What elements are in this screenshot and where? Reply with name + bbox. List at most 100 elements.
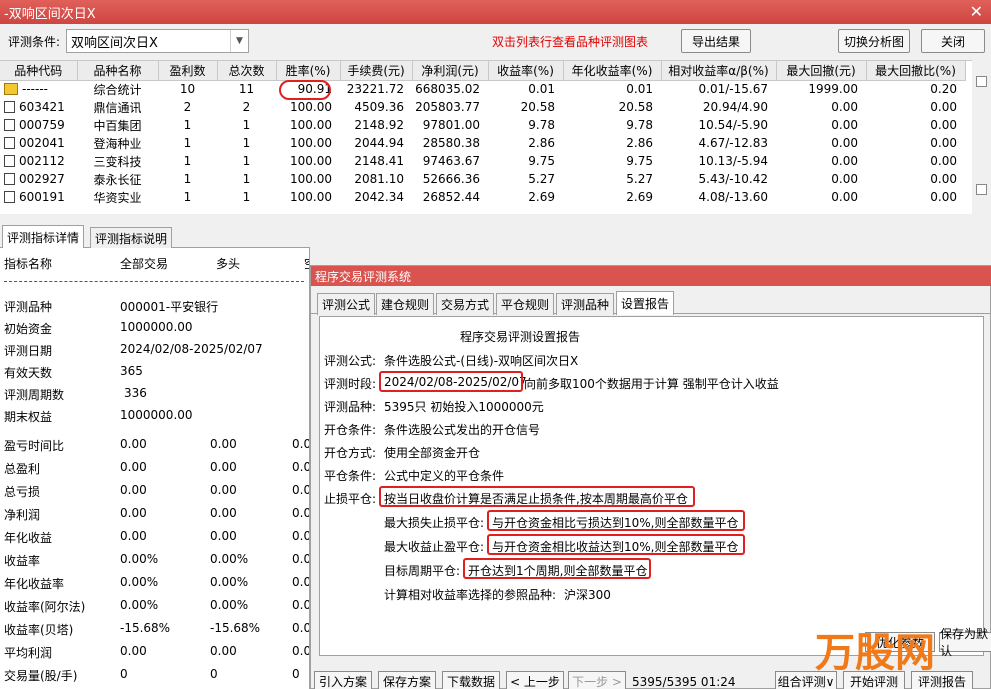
cell-value: 1999.00 xyxy=(808,82,858,97)
metric-long: 0.00 xyxy=(210,460,237,474)
metric-short: 0.00 xyxy=(292,437,309,451)
cell-value: 0.00 xyxy=(831,154,858,168)
window-titlebar: -双响区间次日X ✕ xyxy=(0,0,991,24)
metric-label: 总盈利 xyxy=(4,462,41,476)
close-button[interactable]: 关闭 xyxy=(921,29,985,53)
formula-value: 条件选股公式-(日线)-双响区间次日X xyxy=(384,354,579,368)
metric-label: 平均利润 xyxy=(4,646,53,660)
table-row[interactable]: 603421 鼎信通讯 2 2 100.00 4509.36 205803.77 20.58 2… xyxy=(0,98,965,116)
document-icon xyxy=(4,101,15,113)
save-default-button[interactable]: 保存为默认 xyxy=(939,627,991,658)
cell-value: 5.43/-10.42 xyxy=(698,172,768,186)
metric-long: -15.68% xyxy=(210,621,261,635)
metric-all: 0 xyxy=(120,667,128,681)
results-table[interactable]: 品种代码 品种名称 盈利数 总次数 胜率(%) 手续费(元) 净利润(元) 收益… xyxy=(0,60,972,214)
cell-value: 97463.67 xyxy=(422,154,480,168)
metric-all: 0.00 xyxy=(120,437,147,451)
table-row[interactable]: 000759 中百集团 1 1 100.00 2148.92 97801.00 9.78 9.7… xyxy=(0,116,965,134)
code-text: 000759 xyxy=(19,118,65,132)
cell-value: 5.27 xyxy=(626,172,653,186)
col-fee[interactable]: 手续费(元) xyxy=(340,61,413,81)
col-winrate[interactable]: 胜率(%) xyxy=(276,61,341,81)
tab-trade-mode[interactable]: 交易方式 xyxy=(436,293,495,315)
next-step-button[interactable]: 下一步 > xyxy=(568,671,626,689)
code-text: 002927 xyxy=(19,172,65,186)
import-plan-button[interactable]: 引入方案 xyxy=(314,671,372,689)
document-icon xyxy=(4,155,15,167)
col-total[interactable]: 总次数 xyxy=(217,61,277,81)
cell-value: 668035.02 xyxy=(415,82,480,97)
col-max-drawdown[interactable]: 最大回撤(元) xyxy=(776,61,867,81)
metric-label: 收益率(阿尔法) xyxy=(4,600,86,614)
info-label: 评测周期数 xyxy=(4,388,65,402)
cell-count: 1 xyxy=(242,154,251,168)
table-scrollbar[interactable] xyxy=(972,60,991,214)
tab-open-rules[interactable]: 建仓规则 xyxy=(376,293,435,315)
col-name[interactable]: 品种名称 xyxy=(77,61,159,81)
stop-highlight xyxy=(379,486,695,507)
cell-count: 1 xyxy=(242,190,251,204)
symbols-label: 评测品种: xyxy=(324,400,377,414)
col-code[interactable]: 品种代码 xyxy=(0,61,78,81)
table-row[interactable]: 002927 泰永长征 1 1 100.00 2081.10 52666.36 5.27 5.2… xyxy=(0,170,965,188)
cell-count: 1 xyxy=(242,136,251,150)
table-row[interactable]: 002112 三变科技 1 1 100.00 2148.41 97463.67 9.75 9.7… xyxy=(0,152,965,170)
cell-value: 0.00 xyxy=(930,136,957,150)
cell-count: 11 xyxy=(238,82,255,97)
col-return[interactable]: 收益率(%) xyxy=(488,61,564,81)
cell-value: 9.78 xyxy=(626,118,653,132)
table-row[interactable]: 600191 华资实业 1 1 100.00 2042.34 26852.44 2.69 2.6… xyxy=(0,188,965,206)
period-highlight xyxy=(379,371,523,392)
tab-settings-report[interactable]: 设置报告 xyxy=(616,291,675,315)
table-row[interactable]: 002041 登海种业 1 1 100.00 2044.94 28580.38 2.86 2.8… xyxy=(0,134,965,152)
cell-value: 26852.44 xyxy=(422,190,480,204)
save-plan-button[interactable]: 保存方案 xyxy=(378,671,436,689)
col-annual-return[interactable]: 年化收益率(%) xyxy=(563,61,662,81)
export-button[interactable]: 导出结果 xyxy=(681,29,751,53)
info-label: 评测日期 xyxy=(4,344,53,358)
tab-metric-description[interactable]: 评测指标说明 xyxy=(90,227,173,249)
col-max-drawdown-ratio[interactable]: 最大回撤比(%) xyxy=(866,61,966,81)
cell-value: 20.94/4.90 xyxy=(702,100,768,114)
table-row[interactable]: ------ 综合统计 10 11 90.91 23221.72 668035.02 0.01… xyxy=(0,80,965,98)
tab-formula[interactable]: 评测公式 xyxy=(317,293,376,315)
info-value: 1000000.00 xyxy=(120,408,193,422)
cell-value: 0.00 xyxy=(930,190,957,204)
tab-metric-details[interactable]: 评测指标详情 xyxy=(2,225,85,249)
tab-close-rules[interactable]: 平仓规则 xyxy=(496,293,555,315)
open-value: 条件选股公式发出的开仓信号 xyxy=(384,423,541,437)
folder-icon xyxy=(4,83,18,96)
cell-value: 0.00 xyxy=(930,100,957,114)
cell-count: 1 xyxy=(183,154,192,168)
col-wins[interactable]: 盈利数 xyxy=(158,61,218,81)
col-relative-return[interactable]: 相对收益率α/β(%) xyxy=(661,61,777,81)
metric-all: 0.00 xyxy=(120,644,147,658)
download-data-button[interactable]: 下载数据 xyxy=(442,671,500,689)
cell-count: 1 xyxy=(183,190,192,204)
cell-value: 0.00 xyxy=(930,172,957,186)
cell-code: 002041 xyxy=(0,134,77,152)
row-checkbox[interactable] xyxy=(976,76,987,87)
metric-short: 0.00% xyxy=(292,598,309,612)
metric-short: 0.00% xyxy=(292,621,309,635)
row-checkbox[interactable] xyxy=(976,184,987,195)
code-text: ------ xyxy=(22,82,48,97)
cell-value: 100.00 xyxy=(290,190,332,204)
cell-count: 2 xyxy=(242,100,251,114)
chevron-down-icon[interactable]: ▼ xyxy=(230,30,248,52)
metric-label: 年化收益 xyxy=(4,531,53,545)
report-title: 程序交易评测设置报告 xyxy=(460,330,581,344)
close-icon[interactable]: ✕ xyxy=(970,2,983,21)
metric-all: 0.00% xyxy=(120,575,159,589)
prev-step-button[interactable]: < 上一步 xyxy=(506,671,564,689)
tab-symbols[interactable]: 评测品种 xyxy=(556,293,615,315)
info-label: 有效天数 xyxy=(4,366,53,380)
max-loss-label: 最大损失止损平仓: xyxy=(384,516,485,530)
switch-chart-button[interactable]: 切换分析图 xyxy=(838,29,910,53)
criteria-select[interactable]: 双响区间次日X ▼ xyxy=(66,29,249,53)
cell-value: 52666.36 xyxy=(422,172,480,186)
cell-value: 2.69 xyxy=(528,190,555,204)
col-netprofit[interactable]: 净利润(元) xyxy=(412,61,489,81)
cell-value: 9.75 xyxy=(528,154,555,168)
criteria-hint: 双击列表行查看品种评测图表 xyxy=(492,35,649,49)
